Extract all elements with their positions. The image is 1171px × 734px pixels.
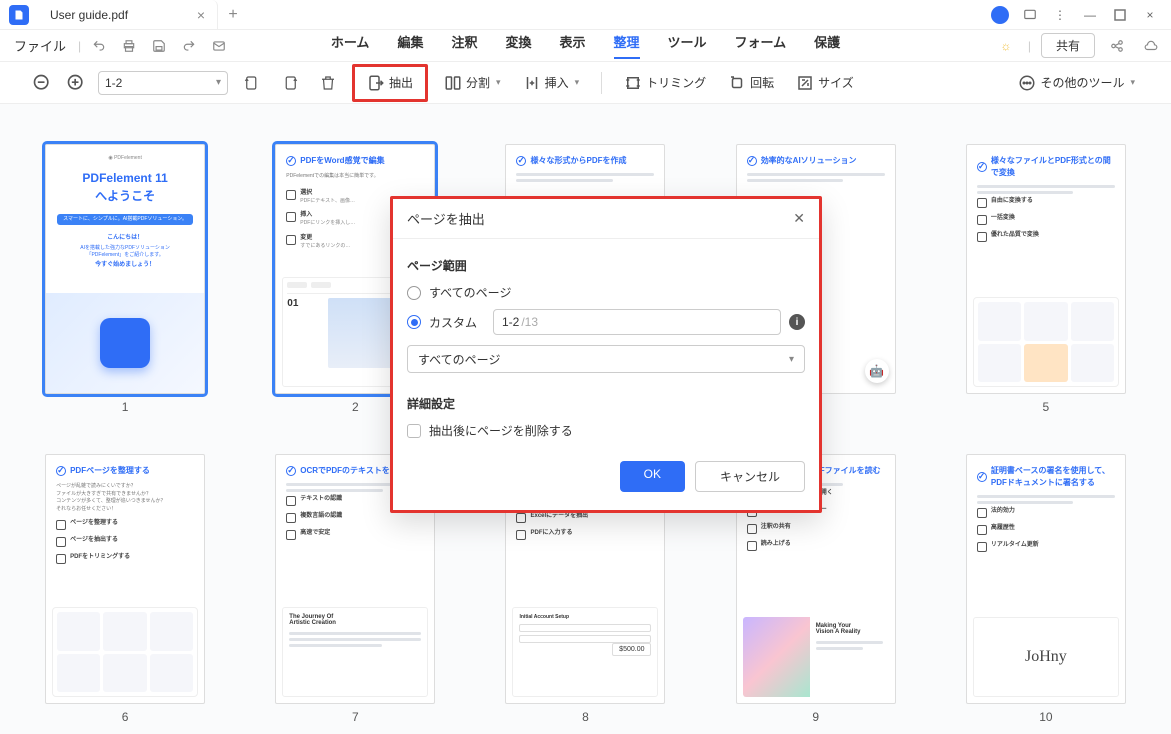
window-controls: ⋮ — × [987, 2, 1171, 28]
page-range-value: 1-2 [105, 76, 122, 90]
lightbulb-icon[interactable]: ☼ [994, 34, 1018, 58]
range-section-label: ページ範囲 [407, 257, 805, 274]
tab-close-icon[interactable]: × [197, 7, 205, 23]
menu-protect[interactable]: 保護 [814, 32, 840, 59]
close-window-button[interactable]: × [1137, 2, 1163, 28]
page-number: 2 [352, 400, 359, 414]
undo-button[interactable] [87, 34, 111, 58]
delete-page-button[interactable] [314, 69, 342, 97]
info-icon[interactable]: i [789, 314, 805, 330]
page-number: 8 [582, 710, 589, 724]
rotate-right-button[interactable] [276, 69, 304, 97]
page-thumb-6[interactable]: PDFページを整理する ページが乱雑で読みにくいですか？ファイルが大きすぎで共有… [45, 454, 205, 704]
menu-row: ファイル | ホーム 編集 注釈 変換 表示 整理 ツール フォーム 保護 ☼ … [0, 30, 1171, 62]
chevron-down-icon: ▾ [789, 354, 794, 365]
kebab-icon[interactable]: ⋮ [1047, 2, 1073, 28]
redo-button[interactable] [177, 34, 201, 58]
chevron-down-icon: ▾ [496, 77, 501, 88]
size-button[interactable]: サイズ [790, 70, 860, 96]
cloud-share-icon[interactable] [1105, 34, 1129, 58]
insert-button[interactable]: 挿入 ▾ [517, 70, 586, 96]
page-number: 10 [1039, 710, 1052, 724]
menu-convert[interactable]: 変換 [505, 32, 531, 59]
extract-pages-dialog: ページを抽出 ✕ ページ範囲 すべてのページ カスタム 1-2/13 i すべて… [390, 196, 822, 513]
extract-button-highlighted[interactable]: 抽出 [352, 64, 428, 102]
menu-edit[interactable]: 編集 [397, 32, 423, 59]
page-number: 7 [352, 710, 359, 724]
menu-home[interactable]: ホーム [331, 32, 370, 59]
rotate-left-button[interactable] [238, 69, 266, 97]
page-filter-select[interactable]: すべてのページ ▾ [407, 345, 805, 373]
page-number: 6 [122, 710, 129, 724]
page-number: 1 [122, 400, 129, 414]
tab-add-button[interactable]: + [218, 6, 248, 24]
organize-toolbar: 1-2 ▾ 抽出 分割 ▾ 挿入 ▾ トリミング 回転 サイズ その他のツール [0, 62, 1171, 104]
titlebar: User guide.pdf × + ⋮ — × [0, 0, 1171, 30]
rotate-button[interactable]: 回転 [722, 70, 780, 96]
chevron-down-icon: ▾ [1130, 77, 1135, 88]
menu-organize[interactable]: 整理 [614, 32, 640, 59]
minimize-button[interactable]: — [1077, 2, 1103, 28]
feedback-icon[interactable] [1017, 2, 1043, 28]
other-tools-button[interactable]: その他のツール ▾ [1012, 70, 1141, 96]
radio-custom[interactable]: カスタム 1-2/13 i [407, 309, 805, 335]
page-thumb-1[interactable]: ◉ PDFelement PDFelement 11 へようこそ スマートに、シ… [45, 144, 205, 394]
page-range-select[interactable]: 1-2 ▾ [98, 71, 228, 95]
checkbox-delete-after[interactable]: 抽出後にページを削除する [407, 422, 805, 439]
extract-button[interactable]: 抽出 [361, 70, 419, 96]
trim-button[interactable]: トリミング [618, 70, 712, 96]
zoom-out-button[interactable] [30, 71, 54, 95]
file-menu[interactable]: ファイル [8, 36, 72, 55]
share-button[interactable]: 共有 [1041, 33, 1095, 58]
menu-view[interactable]: 表示 [559, 32, 585, 59]
chevron-down-icon: ▾ [216, 77, 221, 88]
radio-all-pages[interactable]: すべてのページ [407, 284, 805, 301]
maximize-button[interactable] [1107, 2, 1133, 28]
tab-document[interactable]: User guide.pdf × [38, 0, 218, 30]
page-number: 5 [1043, 400, 1050, 414]
chevron-down-icon: ▾ [575, 77, 580, 88]
print-button[interactable] [117, 34, 141, 58]
zoom-in-button[interactable] [64, 71, 88, 95]
mail-button[interactable] [207, 34, 231, 58]
dialog-close-button[interactable]: ✕ [793, 210, 805, 227]
save-button[interactable] [147, 34, 171, 58]
brand-circle-icon[interactable] [987, 2, 1013, 28]
right-menu: ☼ | 共有 [994, 33, 1171, 58]
page-number: 9 [812, 710, 819, 724]
menu-tools[interactable]: ツール [668, 32, 707, 59]
ok-button[interactable]: OK [620, 461, 685, 492]
app-icon [0, 0, 38, 30]
menu-form[interactable]: フォーム [735, 32, 787, 59]
dialog-title: ページを抽出 [407, 209, 485, 228]
split-button[interactable]: 分割 ▾ [438, 70, 507, 96]
tab-label: User guide.pdf [50, 8, 128, 22]
page-range-input[interactable]: 1-2/13 [493, 309, 781, 335]
page-thumb-5[interactable]: 様々なファイルとPDF形式との間で変換 自由に変換する 一括変換 優れた品質で変… [966, 144, 1126, 394]
menu-annotate[interactable]: 注釈 [451, 32, 477, 59]
cloud-sync-icon[interactable] [1139, 34, 1163, 58]
cancel-button[interactable]: キャンセル [695, 461, 805, 492]
advanced-section-label: 詳細設定 [407, 395, 805, 412]
page-thumb-10[interactable]: 証明書ベースの署名を使用して、PDFドキュメントに署名する 法的効力 高履歴性 … [966, 454, 1126, 704]
